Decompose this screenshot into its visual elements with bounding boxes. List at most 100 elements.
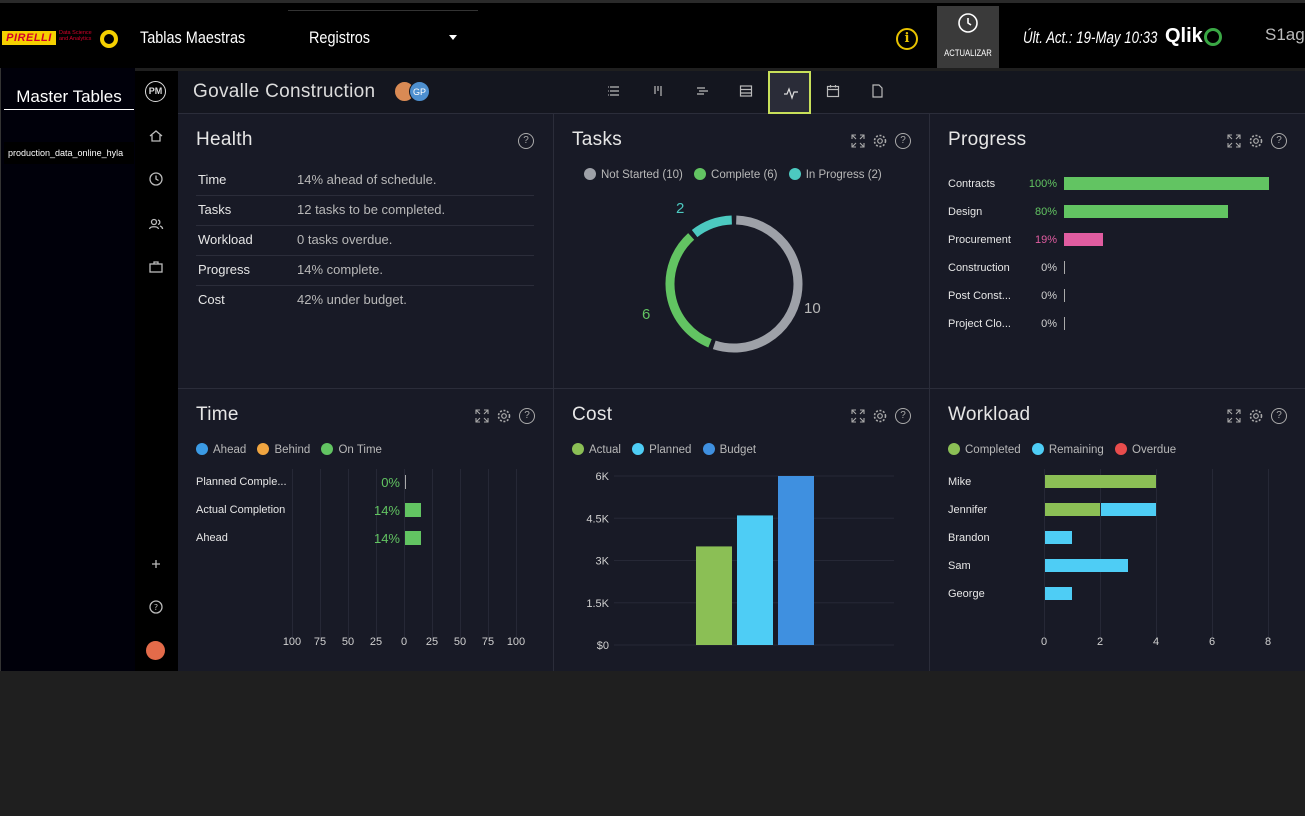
slice-label: 2: [676, 200, 684, 217]
legend-label: Planned: [649, 444, 692, 456]
progress-label: Design: [948, 206, 983, 218]
gear-icon[interactable]: [1248, 408, 1264, 424]
x-tick-label: 75: [313, 636, 327, 648]
gantt-view-button[interactable]: [637, 71, 680, 114]
help-icon[interactable]: ?: [895, 133, 911, 149]
empty-area: [135, 671, 1305, 816]
chevron-down-icon[interactable]: [449, 35, 457, 40]
workload-category-label: Mike: [948, 476, 972, 488]
brand-ring-icon: [100, 30, 118, 48]
grid-line: [292, 469, 293, 639]
x-tick-label: 75: [481, 636, 495, 648]
gear-icon[interactable]: [496, 408, 512, 424]
legend-dot: [632, 443, 645, 455]
x-tick-label: 50: [341, 636, 355, 648]
cost-legend: Actual Planned Budget: [572, 443, 764, 456]
donut-slice: [665, 233, 712, 348]
qlik-logo: Qlik: [1165, 25, 1203, 47]
x-tick-label: 2: [1096, 636, 1104, 648]
grid-line: [488, 469, 489, 639]
master-table-item[interactable]: production_data_online_hyla: [4, 142, 134, 164]
x-tick-label: 0: [1040, 636, 1048, 648]
expand-icon[interactable]: [1226, 408, 1242, 424]
cost-panel: Cost ? Actual Planned Budget 6K 4.5K 3K 1.5…: [554, 389, 929, 671]
legend-dot: [196, 443, 208, 455]
divider: [288, 10, 478, 11]
partner-logo: S1ag: [1265, 25, 1305, 44]
dashboard-main: Govalle Construction GP Health ? Time14: [178, 71, 1305, 671]
users-icon[interactable]: [148, 216, 164, 232]
legend-label: In Progress (2): [805, 169, 882, 181]
expand-icon[interactable]: [850, 133, 866, 149]
gear-icon[interactable]: [1248, 133, 1264, 149]
legend-label: On Time: [338, 444, 382, 456]
progress-value: 19%: [1034, 234, 1057, 246]
expand-icon[interactable]: [1226, 133, 1242, 149]
avatar[interactable]: GP: [409, 81, 430, 102]
time-value-label: 0%: [381, 475, 400, 490]
progress-bar: [1064, 177, 1269, 190]
progress-panel: Progress ? Contracts 100% Design 80% Procure…: [930, 114, 1305, 388]
files-view-button[interactable]: [856, 71, 899, 114]
health-value: 0 tasks overdue.: [297, 232, 393, 247]
help-icon[interactable]: ?: [518, 133, 534, 149]
legend-dot: [257, 443, 270, 455]
time-value-label: 14%: [373, 503, 400, 518]
clock-icon[interactable]: [148, 171, 164, 187]
y-tick-label: 4.5K: [586, 513, 609, 525]
list-view-button[interactable]: [593, 71, 636, 114]
legend-label: Overdue: [1132, 444, 1177, 456]
help-icon[interactable]: ?: [1271, 408, 1287, 424]
calendar-view-button[interactable]: [812, 71, 855, 114]
workload-bar: [1101, 503, 1156, 516]
registros-dropdown[interactable]: Registros: [309, 28, 370, 48]
refresh-label: ACTUALIZAR: [944, 48, 992, 58]
help-icon[interactable]: ?: [519, 408, 535, 424]
user-avatar[interactable]: [146, 641, 165, 660]
expand-icon[interactable]: [850, 408, 866, 424]
progress-value: 0%: [1041, 290, 1057, 302]
last-update-text: Últ. Act.: 19-May 10:33: [1023, 28, 1158, 47]
panel-title: Time: [196, 404, 239, 425]
progress-label: Procurement: [948, 234, 1011, 246]
gear-icon[interactable]: [872, 408, 888, 424]
grid-line: [1212, 469, 1213, 639]
gear-icon[interactable]: [872, 133, 888, 149]
time-bar: [405, 531, 421, 545]
time-category-label: Actual Completion: [196, 504, 286, 516]
info-icon[interactable]: i: [896, 28, 918, 50]
sheet-view-button[interactable]: [725, 71, 768, 114]
refresh-button[interactable]: ACTUALIZAR: [937, 6, 999, 68]
x-tick-label: 50: [453, 636, 467, 648]
board-view-button[interactable]: [681, 71, 724, 114]
y-tick-label: 3K: [596, 556, 610, 568]
workload-legend: Completed Remaining Overdue: [948, 443, 1184, 456]
plus-icon[interactable]: [148, 556, 164, 572]
health-row: Time 14% ahead of schedule.: [196, 166, 534, 196]
grid-line: [348, 469, 349, 639]
donut-slice: [691, 215, 733, 238]
help-icon[interactable]: ?: [895, 408, 911, 424]
briefcase-icon[interactable]: [148, 259, 164, 275]
dashboard-view-button[interactable]: [768, 71, 811, 114]
help-icon[interactable]: ?: [1271, 133, 1287, 149]
home-icon[interactable]: [148, 128, 164, 144]
pirelli-logo: PIRELLI: [2, 31, 56, 45]
slice-label: 10: [804, 300, 821, 317]
health-key: Progress: [198, 262, 251, 277]
expand-icon[interactable]: [474, 408, 490, 424]
calendar-icon: [826, 85, 840, 98]
health-row: Workload 0 tasks overdue.: [196, 226, 534, 256]
pm-logo[interactable]: PM: [145, 81, 166, 102]
x-tick-label: 4: [1152, 636, 1160, 648]
clock-refresh-icon: [958, 13, 978, 33]
app-title[interactable]: Tablas Maestras: [140, 28, 245, 48]
legend-dot: [1031, 443, 1044, 455]
help-icon[interactable]: ?: [148, 599, 164, 615]
legend-dot: [321, 443, 334, 455]
legend-label: Complete (6): [711, 169, 778, 181]
health-value: 14% complete.: [297, 262, 383, 277]
progress-label: Project Clo...: [948, 318, 1011, 330]
grid-line: [404, 469, 405, 639]
svg-text:?: ?: [154, 603, 158, 612]
